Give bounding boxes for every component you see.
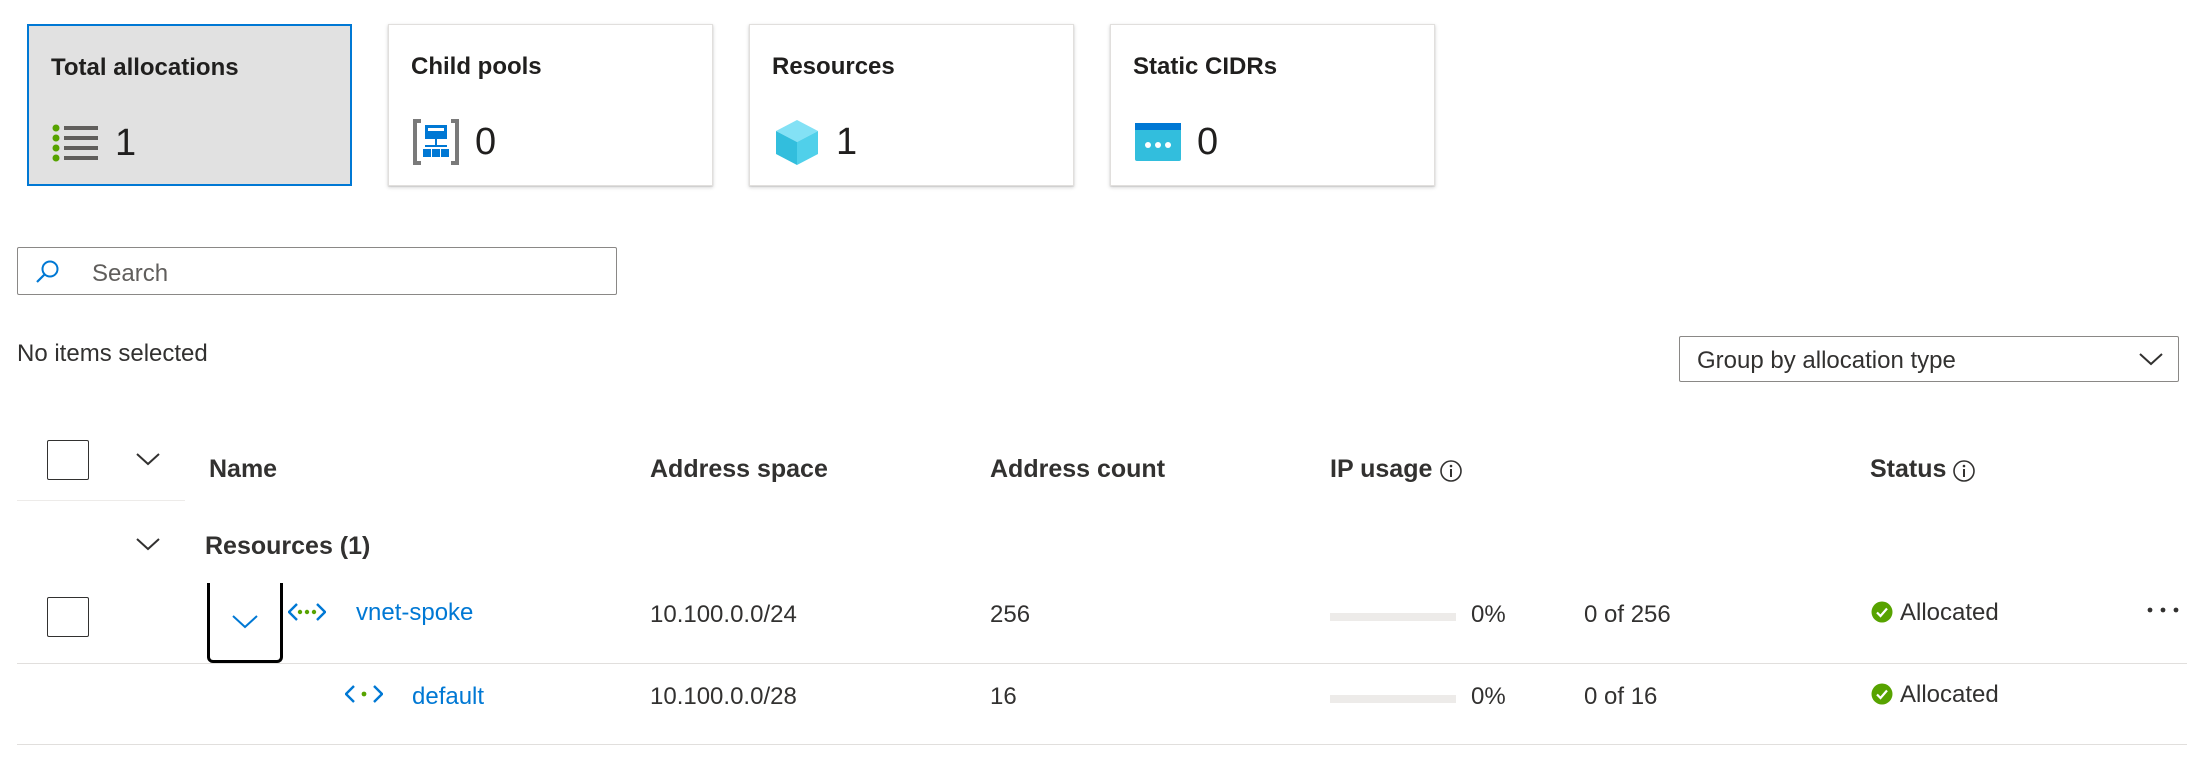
more-actions-icon[interactable] xyxy=(2146,605,2180,615)
info-icon[interactable] xyxy=(1952,459,1976,483)
ip-usage-count: 0 of 256 xyxy=(1584,601,1671,628)
address-space-cell: 10.100.0.0/24 xyxy=(650,601,797,628)
ip-usage-percent: 0% xyxy=(1471,683,1506,710)
group-collapse-chevron-icon[interactable] xyxy=(135,536,161,552)
card-value: 1 xyxy=(115,122,137,164)
list-icon xyxy=(52,124,98,162)
header-divider xyxy=(17,500,185,501)
group-header-resources: Resources (1) xyxy=(205,532,371,560)
status-cell: Allocated xyxy=(1900,681,1999,708)
row-checkbox[interactable] xyxy=(47,597,89,637)
child-pool-icon xyxy=(413,119,459,165)
group-by-label: Group by allocation type xyxy=(1697,347,1956,374)
ip-usage-bar xyxy=(1330,613,1456,621)
search-box[interactable]: Search xyxy=(17,247,617,295)
subnet-icon xyxy=(345,685,383,703)
collapse-all-chevron-icon[interactable] xyxy=(135,451,161,467)
ip-usage-percent: 0% xyxy=(1471,601,1506,628)
success-check-icon xyxy=(1871,683,1893,705)
card-resources[interactable]: Resources 1 xyxy=(749,24,1074,186)
card-title: Child pools xyxy=(411,53,542,80)
address-count-cell: 256 xyxy=(990,601,1031,628)
card-value: 0 xyxy=(1197,121,1219,163)
status-cell: Allocated xyxy=(1900,599,1999,626)
search-icon xyxy=(36,260,59,283)
card-total-allocations[interactable]: Total allocations 1 xyxy=(27,24,352,186)
address-space-cell: 10.100.0.0/28 xyxy=(650,683,797,710)
card-value: 0 xyxy=(475,121,497,163)
chevron-down-icon xyxy=(2139,353,2163,366)
chevron-down-icon xyxy=(232,615,258,629)
selection-status: No items selected xyxy=(17,340,208,367)
row-expand-button[interactable] xyxy=(207,583,283,663)
select-all-checkbox[interactable] xyxy=(47,440,89,480)
card-child-pools[interactable]: Child pools 0 xyxy=(388,24,713,186)
static-cidr-icon xyxy=(1135,123,1181,161)
column-header-ip-usage[interactable]: IP usage xyxy=(1330,455,1432,484)
info-icon[interactable] xyxy=(1439,459,1463,483)
resource-cube-icon xyxy=(776,120,818,165)
success-check-icon xyxy=(1871,601,1893,623)
ip-usage-bar xyxy=(1330,695,1456,703)
card-static-cidrs[interactable]: Static CIDRs 0 xyxy=(1110,24,1435,186)
column-header-name[interactable]: Name xyxy=(209,455,277,484)
group-by-dropdown[interactable]: Group by allocation type xyxy=(1679,336,2179,382)
row-divider xyxy=(17,744,2187,745)
card-title: Total allocations xyxy=(51,54,239,81)
vnet-icon xyxy=(288,603,326,621)
card-title: Resources xyxy=(772,53,895,80)
resource-link-default[interactable]: default xyxy=(412,683,484,711)
card-title: Static CIDRs xyxy=(1133,53,1278,80)
address-count-cell: 16 xyxy=(990,683,1017,710)
column-header-address-space[interactable]: Address space xyxy=(650,455,828,484)
row-divider xyxy=(17,663,2187,664)
column-header-status[interactable]: Status xyxy=(1870,455,1946,484)
search-input[interactable]: Search xyxy=(92,260,168,288)
card-value: 1 xyxy=(836,121,858,163)
column-header-address-count[interactable]: Address count xyxy=(990,455,1165,484)
ip-usage-count: 0 of 16 xyxy=(1584,683,1658,710)
resource-link-vnet-spoke[interactable]: vnet-spoke xyxy=(356,599,473,627)
